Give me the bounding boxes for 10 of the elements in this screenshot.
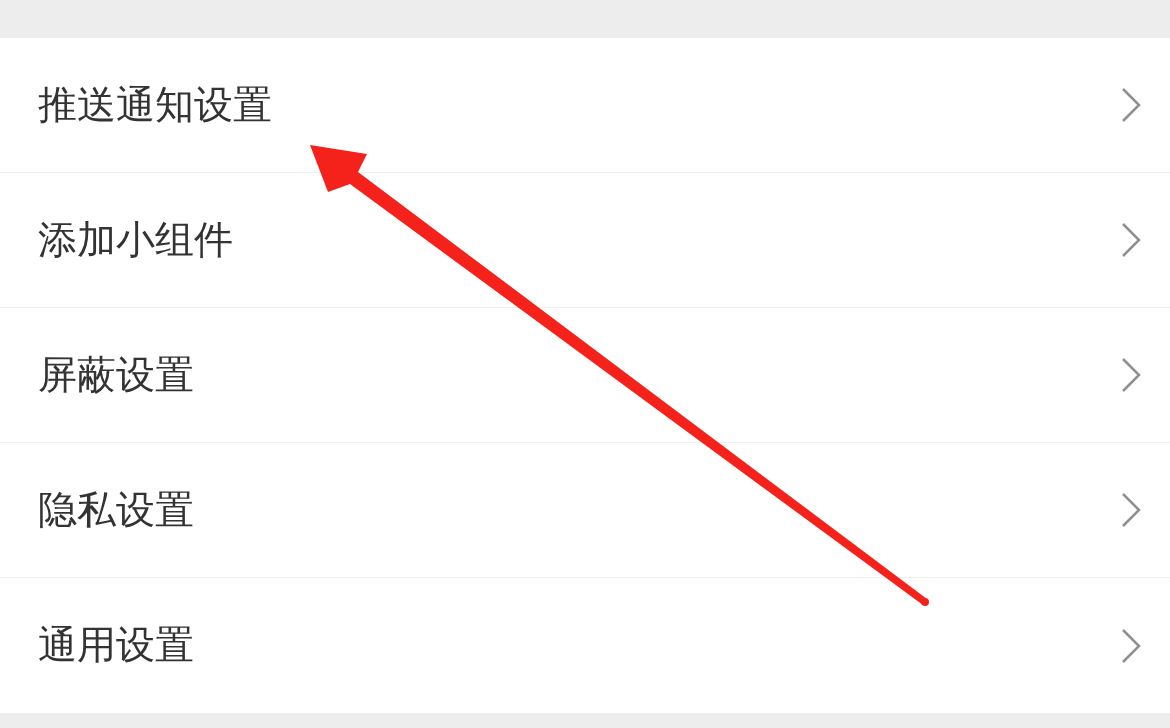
- row-label: 隐私设置: [38, 485, 194, 534]
- chevron-icon: [1120, 492, 1142, 528]
- row-label: 添加小组件: [38, 215, 233, 264]
- row-label: 通用设置: [38, 621, 194, 670]
- row-label: 推送通知设置: [38, 80, 272, 129]
- row-label: 屏蔽设置: [38, 350, 194, 399]
- chevron-icon: [1120, 627, 1142, 664]
- chevron-icon: [1120, 357, 1142, 393]
- chevron-icon: [1120, 222, 1142, 258]
- chevron-icon: [1120, 87, 1142, 123]
